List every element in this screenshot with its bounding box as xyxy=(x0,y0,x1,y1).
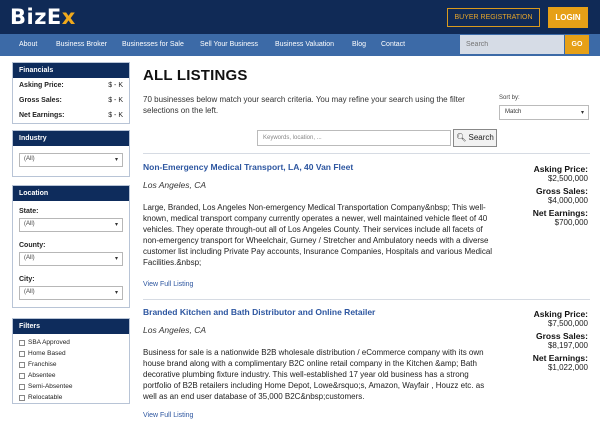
financial-label: Gross Sales: xyxy=(19,97,62,104)
chevron-down-icon: ▾ xyxy=(580,110,584,116)
filter-relocatable[interactable]: Relocatable xyxy=(13,392,129,403)
net-earnings-value: $700,000 xyxy=(554,218,588,227)
filters-heading: Filters xyxy=(13,319,129,334)
financial-label: Asking Price: xyxy=(19,82,64,89)
asking-price-value: $2,500,000 xyxy=(547,174,588,183)
financial-value: $ - K xyxy=(108,82,123,89)
listing-card: Branded Kitchen and Bath Distributor and… xyxy=(143,307,590,429)
top-header: BizEx BUYER REGISTRATION LOGIN xyxy=(0,0,600,34)
filter-semi-absentee[interactable]: Semi-Absentee xyxy=(13,381,129,392)
asking-price-label: Asking Price: xyxy=(533,164,588,174)
checkbox[interactable] xyxy=(19,383,25,390)
view-full-listing-link[interactable]: View Full Listing xyxy=(143,412,193,419)
nav-businesses-for-sale[interactable]: Businesses for Sale xyxy=(122,34,184,56)
financial-row-asking[interactable]: Asking Price: $ - K xyxy=(13,78,129,93)
filter-absentee[interactable]: Absentee xyxy=(13,370,129,381)
net-earnings-label: Net Earnings: xyxy=(532,353,588,363)
login-button[interactable]: LOGIN xyxy=(548,7,588,28)
listing-title[interactable]: Branded Kitchen and Bath Distributor and… xyxy=(143,307,375,317)
keyword-search-input[interactable]: Keywords, location, ... xyxy=(257,130,451,146)
nav-blog[interactable]: Blog xyxy=(352,34,366,56)
asking-price-label: Asking Price: xyxy=(533,309,588,319)
filter-home-based[interactable]: Home Based xyxy=(13,348,129,359)
filter-franchise[interactable]: Franchise xyxy=(13,359,129,370)
chevron-down-icon: ▾ xyxy=(114,290,118,296)
view-full-listing-link[interactable]: View Full Listing xyxy=(143,281,193,288)
checkbox[interactable] xyxy=(19,394,25,401)
industry-panel: Industry (All) ▾ xyxy=(12,130,130,177)
search-button[interactable]: 🔍︎ Search xyxy=(453,129,497,147)
gross-sales-label: Gross Sales: xyxy=(536,331,588,341)
bizex-logo[interactable]: BizEx xyxy=(10,5,76,29)
city-select[interactable]: (All) ▾ xyxy=(19,286,123,300)
site-search-go-button[interactable]: GO xyxy=(565,35,589,54)
sort-select[interactable]: Match ▾ xyxy=(499,105,589,120)
search-icon: 🔍︎ xyxy=(456,133,467,142)
listing-description: Large, Branded, Los Angeles Non-emergenc… xyxy=(143,203,493,267)
filters-panel: Filters SBA Approved Home Based Franchis… xyxy=(12,318,130,404)
sidebar: Financials Asking Price: $ - K Gross Sal… xyxy=(12,62,130,409)
buyer-registration-button[interactable]: BUYER REGISTRATION xyxy=(447,8,540,27)
chevron-down-icon: ▾ xyxy=(114,222,118,228)
financial-value: $ - K xyxy=(108,97,123,104)
financial-row-gross[interactable]: Gross Sales: $ - K xyxy=(13,93,129,108)
divider xyxy=(143,153,590,154)
listing-financials: Asking Price: $7,500,000 Gross Sales: $8… xyxy=(533,309,588,372)
listing-location: Los Angeles, CA xyxy=(143,325,206,335)
net-earnings-value: $1,022,000 xyxy=(547,363,588,372)
chevron-down-icon: ▾ xyxy=(114,256,118,262)
nav-business-broker[interactable]: Business Broker xyxy=(56,34,107,56)
financials-heading: Financials xyxy=(13,63,129,78)
listing-financials: Asking Price: $2,500,000 Gross Sales: $4… xyxy=(533,164,588,227)
nav-contact[interactable]: Contact xyxy=(381,34,405,56)
checkbox[interactable] xyxy=(19,339,25,346)
county-label: County: xyxy=(19,242,46,249)
results-intro: 70 businesses below match your search cr… xyxy=(143,95,465,115)
asking-price-value: $7,500,000 xyxy=(547,319,588,328)
county-select[interactable]: (All) ▾ xyxy=(19,252,123,266)
listing-location: Los Angeles, CA xyxy=(143,180,206,190)
checkbox[interactable] xyxy=(19,372,25,379)
location-panel: Location State: (All) ▾ County: (All) ▾ … xyxy=(12,185,130,308)
location-heading: Location xyxy=(13,186,129,201)
chevron-down-icon: ▾ xyxy=(114,157,118,163)
page-title: ALL LISTINGS xyxy=(143,67,248,84)
nav-business-valuation[interactable]: Business Valuation xyxy=(275,34,334,56)
financial-value: $ - K xyxy=(108,112,123,119)
nav-about[interactable]: About xyxy=(19,34,37,56)
checkbox[interactable] xyxy=(19,350,25,357)
listing-description: Business for sale is a nationwide B2B wh… xyxy=(143,348,485,401)
site-search-input[interactable] xyxy=(460,35,564,54)
sort-label: Sort by: xyxy=(499,95,520,101)
listing-card: Non-Emergency Medical Transport, LA, 40 … xyxy=(143,162,590,297)
city-label: City: xyxy=(19,276,35,283)
state-label: State: xyxy=(19,208,39,215)
financial-label: Net Earnings: xyxy=(19,112,65,119)
gross-sales-value: $8,197,000 xyxy=(547,341,588,350)
state-select[interactable]: (All) ▾ xyxy=(19,218,123,232)
listing-title[interactable]: Non-Emergency Medical Transport, LA, 40 … xyxy=(143,162,353,172)
gross-sales-value: $4,000,000 xyxy=(547,196,588,205)
divider xyxy=(143,299,590,300)
net-earnings-label: Net Earnings: xyxy=(532,208,588,218)
financials-panel: Financials Asking Price: $ - K Gross Sal… xyxy=(12,62,130,124)
checkbox[interactable] xyxy=(19,361,25,368)
industry-heading: Industry xyxy=(13,131,129,146)
industry-select[interactable]: (All) ▾ xyxy=(19,153,123,167)
financial-row-net[interactable]: Net Earnings: $ - K xyxy=(13,108,129,123)
filter-sba-approved[interactable]: SBA Approved xyxy=(13,337,129,348)
gross-sales-label: Gross Sales: xyxy=(536,186,588,196)
nav-sell-your-business[interactable]: Sell Your Business xyxy=(200,34,258,56)
